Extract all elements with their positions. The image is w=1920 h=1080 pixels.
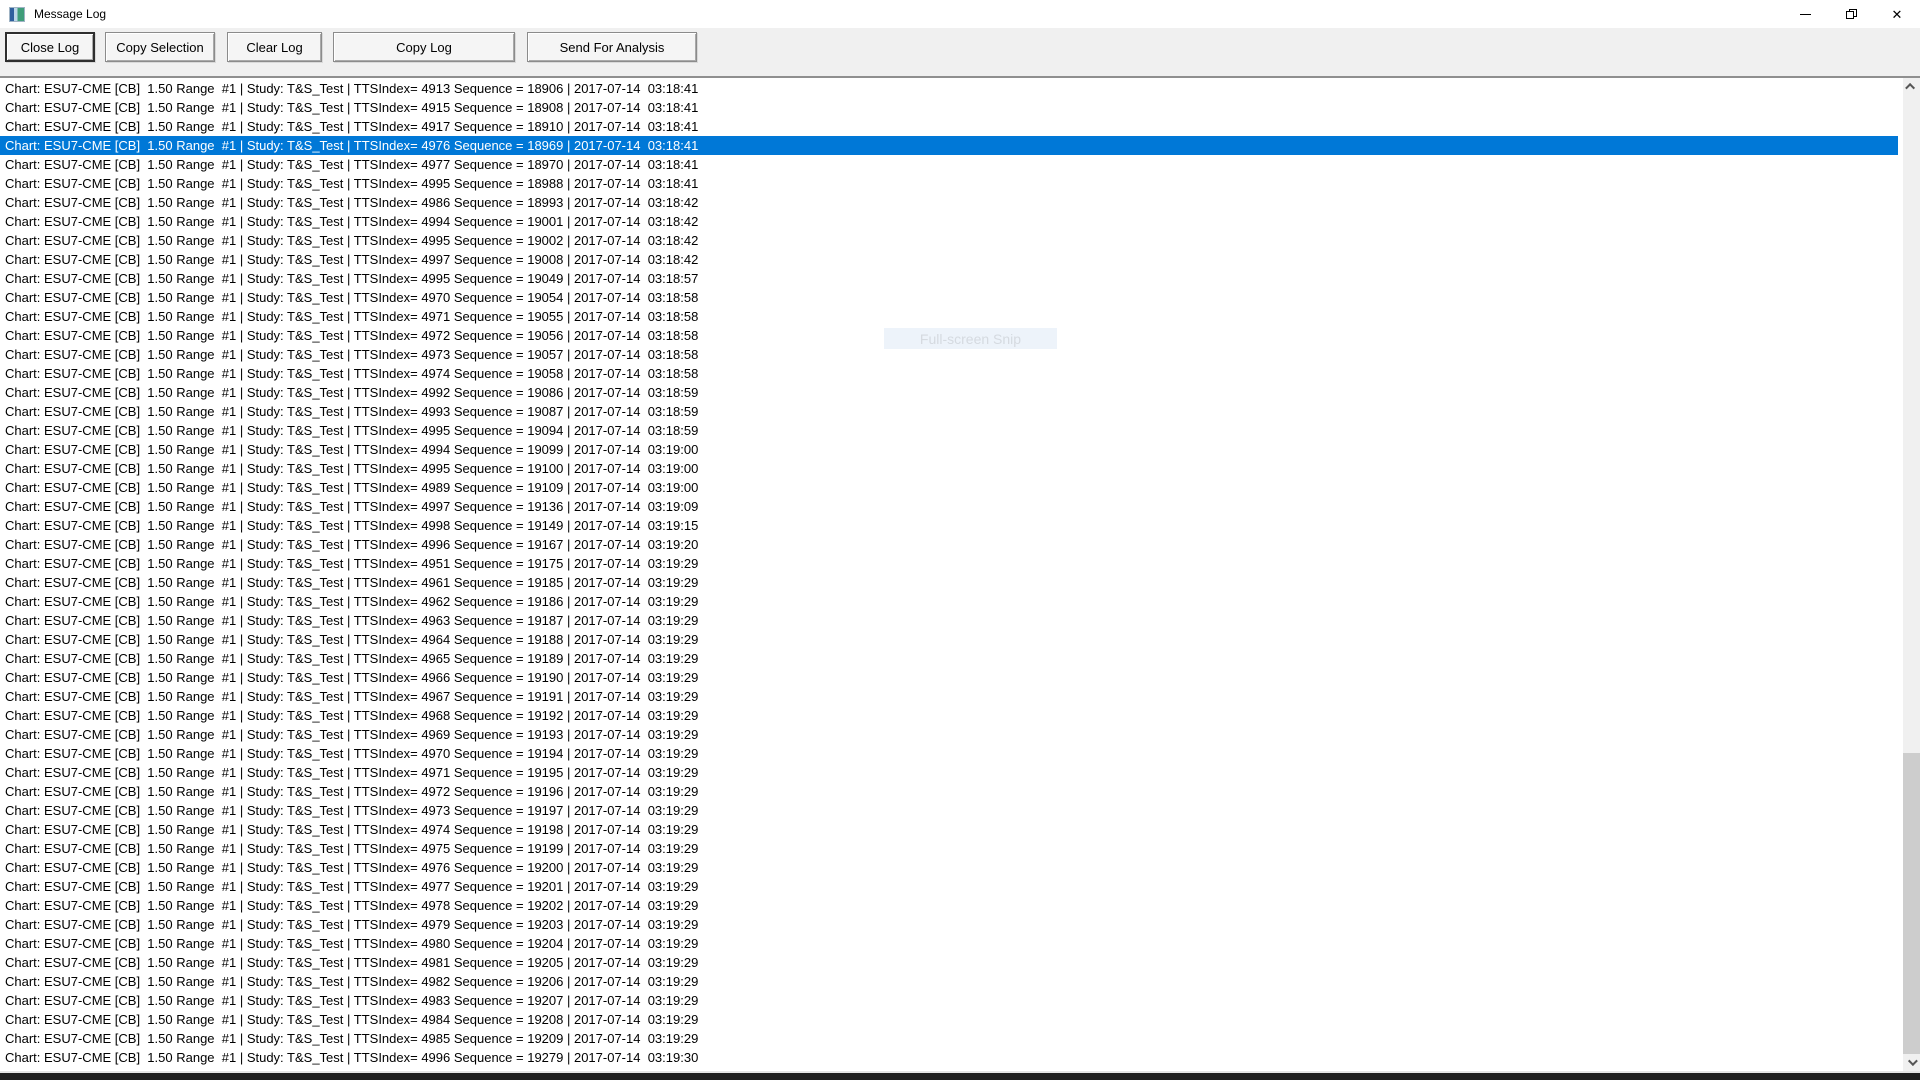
log-row[interactable]: Chart: ESU7-CME [CB] 1.50 Range #1 | Stu… [0,858,1898,877]
log-row[interactable]: Chart: ESU7-CME [CB] 1.50 Range #1 | Stu… [0,991,1898,1010]
log-row[interactable]: Chart: ESU7-CME [CB] 1.50 Range #1 | Stu… [0,117,1898,136]
log-row[interactable]: Chart: ESU7-CME [CB] 1.50 Range #1 | Stu… [0,725,1898,744]
log-row[interactable]: Chart: ESU7-CME [CB] 1.50 Range #1 | Stu… [0,611,1898,630]
log-row[interactable]: Chart: ESU7-CME [CB] 1.50 Range #1 | Stu… [0,212,1898,231]
log-row[interactable]: Chart: ESU7-CME [CB] 1.50 Range #1 | Stu… [0,478,1898,497]
log-row[interactable]: Chart: ESU7-CME [CB] 1.50 Range #1 | Stu… [0,459,1898,478]
log-row[interactable]: Chart: ESU7-CME [CB] 1.50 Range #1 | Stu… [0,877,1898,896]
toolbar: Close Log Copy Selection Clear Log Copy … [0,28,1920,76]
scrollbar-thumb[interactable] [1903,753,1920,1056]
log-row[interactable]: Chart: ESU7-CME [CB] 1.50 Range #1 | Stu… [0,915,1898,934]
log-row[interactable]: Chart: ESU7-CME [CB] 1.50 Range #1 | Stu… [0,554,1898,573]
log-row[interactable]: Chart: ESU7-CME [CB] 1.50 Range #1 | Stu… [0,649,1898,668]
log-row[interactable]: Chart: ESU7-CME [CB] 1.50 Range #1 | Stu… [0,953,1898,972]
minimize-button[interactable] [1782,0,1828,28]
log-row[interactable]: Chart: ESU7-CME [CB] 1.50 Range #1 | Stu… [0,668,1898,687]
log-row[interactable]: Chart: ESU7-CME [CB] 1.50 Range #1 | Stu… [0,1010,1898,1029]
log-row[interactable]: Chart: ESU7-CME [CB] 1.50 Range #1 | Stu… [0,592,1898,611]
log-row[interactable]: Chart: ESU7-CME [CB] 1.50 Range #1 | Stu… [0,763,1898,782]
log-row[interactable]: Chart: ESU7-CME [CB] 1.50 Range #1 | Stu… [0,326,1898,345]
log-row[interactable]: Chart: ESU7-CME [CB] 1.50 Range #1 | Stu… [0,307,1898,326]
log-row[interactable]: Chart: ESU7-CME [CB] 1.50 Range #1 | Stu… [0,98,1898,117]
log-row[interactable]: Chart: ESU7-CME [CB] 1.50 Range #1 | Stu… [0,687,1898,706]
title-bar: Message Log ✕ [0,0,1920,28]
send-for-analysis-button[interactable]: Send For Analysis [527,32,697,62]
log-row[interactable]: Chart: ESU7-CME [CB] 1.50 Range #1 | Stu… [0,934,1898,953]
message-log-window: Message Log ✕ Close Log Copy Selection C… [0,0,1920,1080]
log-row[interactable]: Chart: ESU7-CME [CB] 1.50 Range #1 | Stu… [0,250,1898,269]
log-row[interactable]: Chart: ESU7-CME [CB] 1.50 Range #1 | Stu… [0,573,1898,592]
chevron-up-icon [1905,82,1916,93]
vertical-scrollbar[interactable] [1903,78,1920,1071]
log-row[interactable]: Chart: ESU7-CME [CB] 1.50 Range #1 | Stu… [0,497,1898,516]
log-row[interactable]: Chart: ESU7-CME [CB] 1.50 Range #1 | Stu… [0,744,1898,763]
log-row[interactable]: Chart: ESU7-CME [CB] 1.50 Range #1 | Stu… [0,288,1898,307]
taskbar-sliver [0,1073,1920,1080]
log-row[interactable]: Chart: ESU7-CME [CB] 1.50 Range #1 | Stu… [0,421,1898,440]
caption-buttons: ✕ [1782,0,1920,28]
log-row[interactable]: Chart: ESU7-CME [CB] 1.50 Range #1 | Stu… [0,896,1898,915]
log-row[interactable]: Chart: ESU7-CME [CB] 1.50 Range #1 | Stu… [0,839,1898,858]
copy-log-button[interactable]: Copy Log [333,32,515,62]
close-button[interactable]: ✕ [1874,0,1920,28]
log-row[interactable]: Chart: ESU7-CME [CB] 1.50 Range #1 | Stu… [0,383,1898,402]
log-row[interactable]: Chart: ESU7-CME [CB] 1.50 Range #1 | Stu… [0,364,1898,383]
log-row[interactable]: Chart: ESU7-CME [CB] 1.50 Range #1 | Stu… [0,269,1898,288]
clear-log-button[interactable]: Clear Log [227,32,322,62]
close-log-button[interactable]: Close Log [5,32,95,62]
log-row[interactable]: Chart: ESU7-CME [CB] 1.50 Range #1 | Stu… [0,174,1898,193]
log-list[interactable]: Chart: ESU7-CME [CB] 1.50 Range #1 | Stu… [0,76,1920,1071]
log-row[interactable]: Chart: ESU7-CME [CB] 1.50 Range #1 | Stu… [0,402,1898,421]
log-row[interactable]: Chart: ESU7-CME [CB] 1.50 Range #1 | Stu… [0,193,1898,212]
window-title: Message Log [34,7,107,21]
app-icon [9,6,25,22]
minimize-icon [1799,13,1811,15]
log-row[interactable]: Chart: ESU7-CME [CB] 1.50 Range #1 | Stu… [0,155,1898,174]
log-row[interactable]: Chart: ESU7-CME [CB] 1.50 Range #1 | Stu… [0,820,1898,839]
scroll-down-button[interactable] [1903,1054,1920,1071]
log-row[interactable]: Chart: ESU7-CME [CB] 1.50 Range #1 | Stu… [0,630,1898,649]
copy-selection-button[interactable]: Copy Selection [105,32,215,62]
restore-icon [1845,8,1857,20]
restore-button[interactable] [1828,0,1874,28]
log-row[interactable]: Chart: ESU7-CME [CB] 1.50 Range #1 | Stu… [0,782,1898,801]
log-row[interactable]: Chart: ESU7-CME [CB] 1.50 Range #1 | Stu… [0,345,1898,364]
log-row[interactable]: Chart: ESU7-CME [CB] 1.50 Range #1 | Stu… [0,440,1898,459]
log-row[interactable]: Chart: ESU7-CME [CB] 1.50 Range #1 | Stu… [0,1048,1898,1067]
log-row[interactable]: Chart: ESU7-CME [CB] 1.50 Range #1 | Stu… [0,79,1898,98]
chevron-down-icon [1907,1056,1918,1067]
log-row[interactable]: Chart: ESU7-CME [CB] 1.50 Range #1 | Stu… [0,706,1898,725]
log-row[interactable]: Chart: ESU7-CME [CB] 1.50 Range #1 | Stu… [0,231,1898,250]
scroll-up-button[interactable] [1903,78,1920,95]
log-row-selected[interactable]: Chart: ESU7-CME [CB] 1.50 Range #1 | Stu… [0,136,1898,155]
log-row[interactable]: Chart: ESU7-CME [CB] 1.50 Range #1 | Stu… [0,972,1898,991]
log-row[interactable]: Chart: ESU7-CME [CB] 1.50 Range #1 | Stu… [0,535,1898,554]
log-row[interactable]: Chart: ESU7-CME [CB] 1.50 Range #1 | Stu… [0,1029,1898,1048]
log-row[interactable]: Chart: ESU7-CME [CB] 1.50 Range #1 | Stu… [0,516,1898,535]
log-row[interactable]: Chart: ESU7-CME [CB] 1.50 Range #1 | Stu… [0,801,1898,820]
close-icon: ✕ [1891,6,1903,22]
